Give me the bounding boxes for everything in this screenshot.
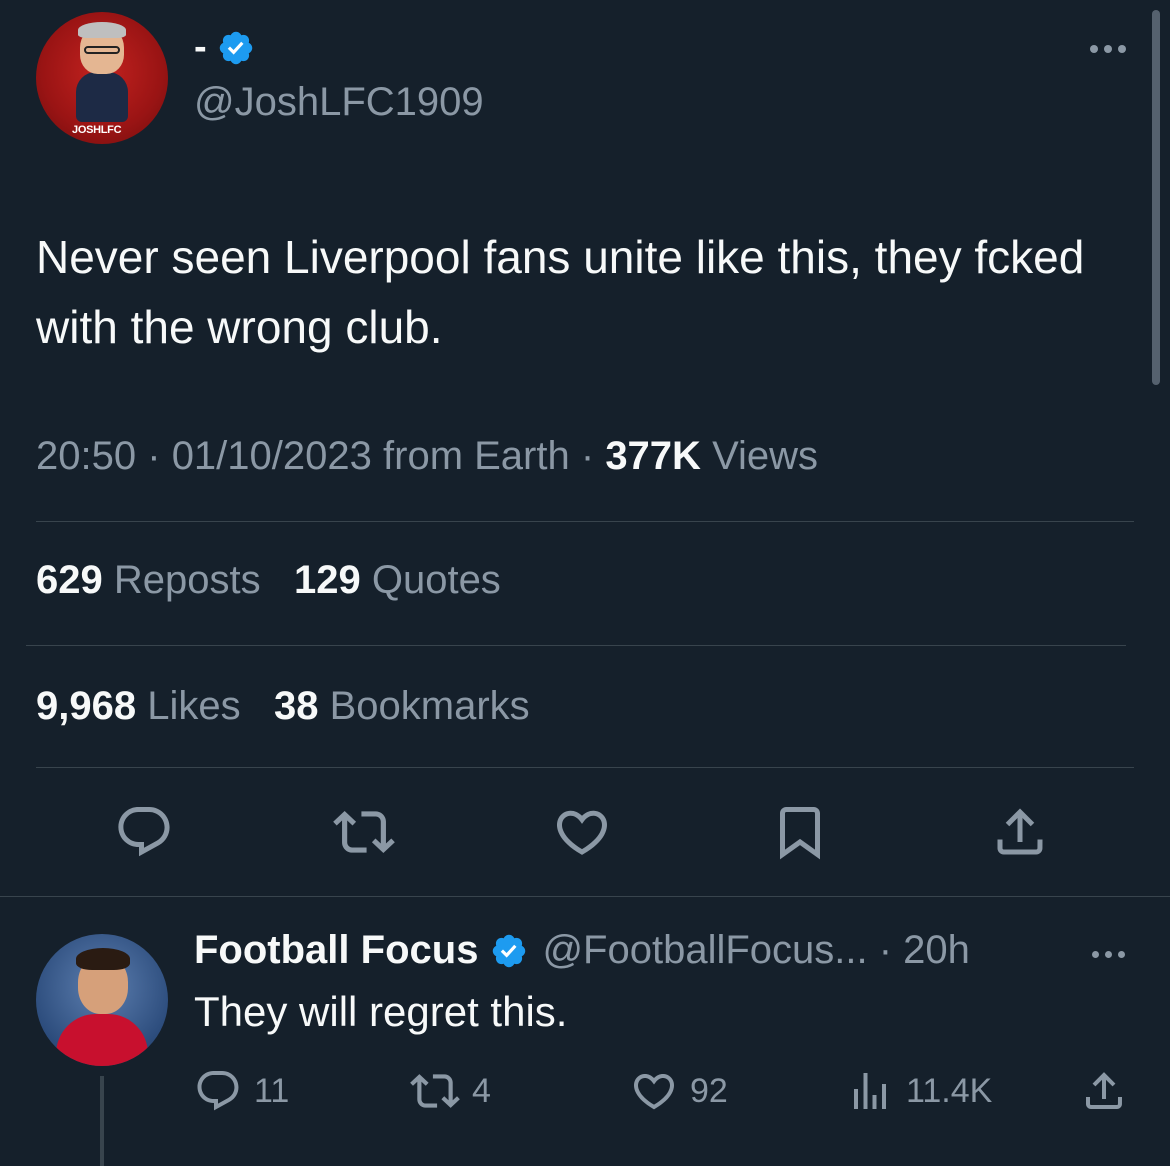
meta-separator: · xyxy=(580,434,595,478)
repost-icon xyxy=(410,1074,460,1108)
likes-stat[interactable]: 9,968 Likes xyxy=(36,684,241,728)
reply-icon xyxy=(197,1071,239,1111)
reply-views-count: 11.4K xyxy=(906,1071,993,1110)
reply-author-handle-time[interactable]: @FootballFocus... · 20h xyxy=(542,928,969,973)
reply-button[interactable] xyxy=(112,800,176,864)
divider xyxy=(26,645,1126,646)
tweet-date[interactable]: 01/10/2023 xyxy=(172,434,372,478)
scrollbar[interactable] xyxy=(1152,10,1160,385)
reply-text: They will regret this. xyxy=(194,988,568,1035)
reply-author-avatar[interactable] xyxy=(36,934,168,1066)
reply-icon xyxy=(118,807,170,857)
reply-share-button[interactable] xyxy=(1080,1066,1128,1116)
reply-header: Football Focus @FootballFocus... · 20h xyxy=(194,928,970,973)
repost-button[interactable] xyxy=(332,800,396,864)
reply-reposts-count: 4 xyxy=(472,1071,491,1110)
like-icon xyxy=(633,1074,675,1110)
reply-author-name[interactable]: Football Focus xyxy=(194,928,478,973)
reply-more-options-icon[interactable] xyxy=(1084,942,1132,966)
tweet-source: from Earth xyxy=(383,434,570,478)
bookmark-button[interactable] xyxy=(768,800,832,864)
repost-icon xyxy=(333,811,395,853)
divider xyxy=(36,767,1134,768)
reply-likes-count: 92 xyxy=(690,1071,728,1110)
reply-like-button[interactable]: 92 xyxy=(630,1066,728,1116)
analytics-icon xyxy=(854,1073,886,1109)
author-display-name[interactable]: - xyxy=(194,26,207,69)
reply-reply-button[interactable]: 11 xyxy=(194,1066,289,1116)
more-options-icon[interactable] xyxy=(1084,34,1132,64)
thread-line xyxy=(100,1076,104,1166)
divider xyxy=(0,896,1170,897)
reply-repost-button[interactable]: 4 xyxy=(410,1066,491,1116)
author-avatar[interactable]: JOSHLFC xyxy=(36,12,168,144)
views-label: Views xyxy=(712,434,819,478)
tweet-action-bar xyxy=(0,800,1170,870)
share-icon xyxy=(997,808,1043,855)
author-handle[interactable]: @JoshLFC1909 xyxy=(194,80,484,125)
meta-separator: · xyxy=(147,434,161,478)
engagement-stats-row-1: 629 Reposts 129 Quotes xyxy=(36,558,501,603)
share-button[interactable] xyxy=(988,800,1052,864)
bookmark-icon xyxy=(780,807,820,860)
divider xyxy=(36,521,1134,522)
tweet-meta: 20:50 · 01/10/2023 from Earth · 377K Vie… xyxy=(36,434,818,479)
like-button[interactable] xyxy=(550,800,614,864)
share-icon xyxy=(1086,1072,1122,1109)
tweet-time[interactable]: 20:50 xyxy=(36,434,136,478)
author-name-row: - xyxy=(194,26,255,69)
views-count[interactable]: 377K xyxy=(605,434,701,478)
verified-badge-icon xyxy=(219,31,252,64)
avatar-badge-text: JOSHLFC xyxy=(72,124,122,136)
quotes-stat[interactable]: 129 Quotes xyxy=(294,558,501,602)
bookmarks-stat[interactable]: 38 Bookmarks xyxy=(274,684,530,728)
reposts-stat[interactable]: 629 Reposts xyxy=(36,558,261,602)
reply-replies-count: 11 xyxy=(254,1071,290,1110)
verified-badge-icon xyxy=(493,934,526,967)
tweet-text: Never seen Liverpool fans unite like thi… xyxy=(36,231,1085,353)
like-icon xyxy=(556,810,608,855)
reply-views-button[interactable]: 11.4K xyxy=(846,1066,992,1116)
engagement-stats-row-2: 9,968 Likes 38 Bookmarks xyxy=(36,684,530,729)
